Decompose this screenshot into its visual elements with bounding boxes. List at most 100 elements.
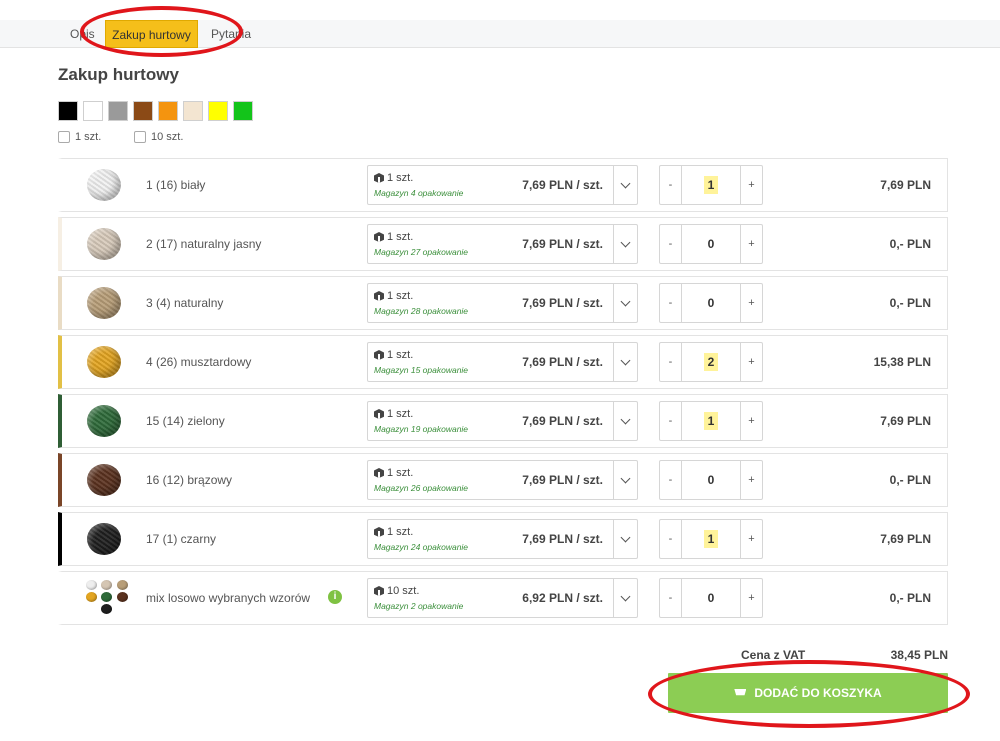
color-swatch[interactable] [233, 101, 253, 121]
row-total: 15,38 PLN [873, 355, 931, 369]
quantity-stepper[interactable]: - 1 + [659, 519, 763, 559]
color-swatch[interactable] [133, 101, 153, 121]
increase-button[interactable]: + [740, 225, 762, 263]
vat-total: 38,45 PLN [890, 648, 948, 662]
chevron-down-icon[interactable] [613, 343, 637, 381]
quantity-stepper[interactable]: - 0 + [659, 283, 763, 323]
quantity-number: 0 [707, 591, 715, 605]
quantity-value[interactable]: 0 [682, 461, 740, 499]
quantity-stepper[interactable]: - 2 + [659, 342, 763, 382]
decrease-button[interactable]: - [660, 579, 682, 617]
package-select[interactable]: 1 szt. Magazyn 28 opakowanie 7,69 PLN / sz… [367, 283, 638, 323]
package-unit-label: 1 szt. [387, 172, 414, 184]
quantity-value[interactable]: 1 [682, 166, 740, 204]
package-icon [374, 350, 384, 360]
pack-10-checkbox[interactable] [134, 131, 146, 143]
package-unit: 1 szt. [374, 172, 413, 184]
pack-1-label: 1 szt. [75, 131, 102, 143]
quantity-value[interactable]: 2 [682, 343, 740, 381]
quantity-number: 1 [703, 176, 719, 194]
chevron-down-icon[interactable] [613, 402, 637, 440]
package-unit-label: 1 szt. [387, 349, 414, 361]
add-to-cart-button[interactable]: DODAĆ DO KOSZYKA [668, 673, 948, 713]
increase-button[interactable]: + [740, 166, 762, 204]
tab-opis[interactable]: Opis [70, 20, 95, 48]
pack-filter-10[interactable]: 10 szt. [134, 131, 183, 143]
quantity-stepper[interactable]: - 1 + [659, 165, 763, 205]
product-row: 15 (14) zielony 1 szt. Magazyn 19 opakowan… [58, 394, 948, 448]
quantity-value[interactable]: 0 [682, 579, 740, 617]
color-swatch[interactable] [83, 101, 103, 121]
yarn-ball-image [84, 285, 124, 321]
product-name: mix losowo wybranych wzorów [146, 591, 311, 605]
increase-button[interactable]: + [740, 461, 762, 499]
quantity-stepper[interactable]: - 0 + [659, 224, 763, 264]
increase-button[interactable]: + [740, 402, 762, 440]
cart-icon [734, 689, 747, 696]
package-icon [374, 232, 384, 242]
quantity-stepper[interactable]: - 1 + [659, 401, 763, 441]
product-name: 2 (17) naturalny jasny [146, 237, 262, 251]
stock-info: Magazyn 2 opakowanie [374, 601, 464, 611]
tab-pytania[interactable]: Pytania [211, 20, 251, 48]
package-select[interactable]: 1 szt. Magazyn 19 opakowanie 7,69 PLN / sz… [367, 401, 638, 441]
color-swatch[interactable] [183, 101, 203, 121]
chevron-down-icon[interactable] [613, 284, 637, 322]
decrease-button[interactable]: - [660, 225, 682, 263]
increase-button[interactable]: + [740, 579, 762, 617]
quantity-value[interactable]: 0 [682, 284, 740, 322]
decrease-button[interactable]: - [660, 343, 682, 381]
unit-price: 7,69 PLN / szt. [522, 473, 603, 487]
quantity-value[interactable]: 1 [682, 402, 740, 440]
chevron-down-icon[interactable] [613, 520, 637, 558]
color-swatch[interactable] [158, 101, 178, 121]
quantity-value[interactable]: 0 [682, 225, 740, 263]
package-unit: 10 szt. [374, 585, 419, 597]
quantity-value[interactable]: 1 [682, 520, 740, 558]
product-name: 17 (1) czarny [146, 532, 217, 546]
chevron-down-icon[interactable] [613, 461, 637, 499]
quantity-number: 2 [703, 353, 719, 371]
package-unit-label: 10 szt. [387, 585, 420, 597]
chevron-down-icon[interactable] [613, 166, 637, 204]
product-name: 3 (4) naturalny [146, 296, 224, 310]
package-unit: 1 szt. [374, 408, 413, 420]
package-unit: 1 szt. [374, 349, 413, 361]
decrease-button[interactable]: - [660, 402, 682, 440]
increase-button[interactable]: + [740, 520, 762, 558]
pack-filter-1[interactable]: 1 szt. [58, 131, 101, 143]
package-select[interactable]: 1 szt. Magazyn 24 opakowanie 7,69 PLN / sz… [367, 519, 638, 559]
package-select[interactable]: 1 szt. Magazyn 4 opakowanie 7,69 PLN / szt… [367, 165, 638, 205]
mini-yarn-ball [86, 592, 97, 602]
info-icon[interactable]: i [328, 590, 342, 604]
stock-info: Magazyn 28 opakowanie [374, 306, 469, 316]
color-swatch[interactable] [108, 101, 128, 121]
mini-yarn-ball [101, 604, 112, 614]
product-row: 2 (17) naturalny jasny 1 szt. Magazyn 27 o… [58, 217, 948, 271]
chevron-down-icon[interactable] [613, 225, 637, 263]
decrease-button[interactable]: - [660, 520, 682, 558]
product-row: 16 (12) brązowy 1 szt. Magazyn 26 opakowan… [58, 453, 948, 507]
package-select[interactable]: 1 szt. Magazyn 15 opakowanie 7,69 PLN / sz… [367, 342, 638, 382]
row-total: 7,69 PLN [880, 414, 931, 428]
quantity-stepper[interactable]: - 0 + [659, 460, 763, 500]
yarn-ball-image [84, 167, 124, 203]
decrease-button[interactable]: - [660, 166, 682, 204]
yarn-ball [87, 523, 121, 555]
package-select[interactable]: 10 szt. Magazyn 2 opakowanie 6,92 PLN / sz… [367, 578, 638, 618]
package-select[interactable]: 1 szt. Magazyn 27 opakowanie 7,69 PLN / sz… [367, 224, 638, 264]
color-swatches [58, 101, 253, 121]
quantity-stepper[interactable]: - 0 + [659, 578, 763, 618]
color-swatch[interactable] [58, 101, 78, 121]
decrease-button[interactable]: - [660, 284, 682, 322]
package-select[interactable]: 1 szt. Magazyn 26 opakowanie 7,69 PLN / sz… [367, 460, 638, 500]
tab-zakup-hurtowy[interactable]: Zakup hurtowy [105, 20, 198, 48]
pack-1-checkbox[interactable] [58, 131, 70, 143]
increase-button[interactable]: + [740, 343, 762, 381]
increase-button[interactable]: + [740, 284, 762, 322]
color-swatch[interactable] [208, 101, 228, 121]
decrease-button[interactable]: - [660, 461, 682, 499]
package-icon [374, 468, 384, 478]
unit-price: 7,69 PLN / szt. [522, 355, 603, 369]
chevron-down-icon[interactable] [613, 579, 637, 617]
